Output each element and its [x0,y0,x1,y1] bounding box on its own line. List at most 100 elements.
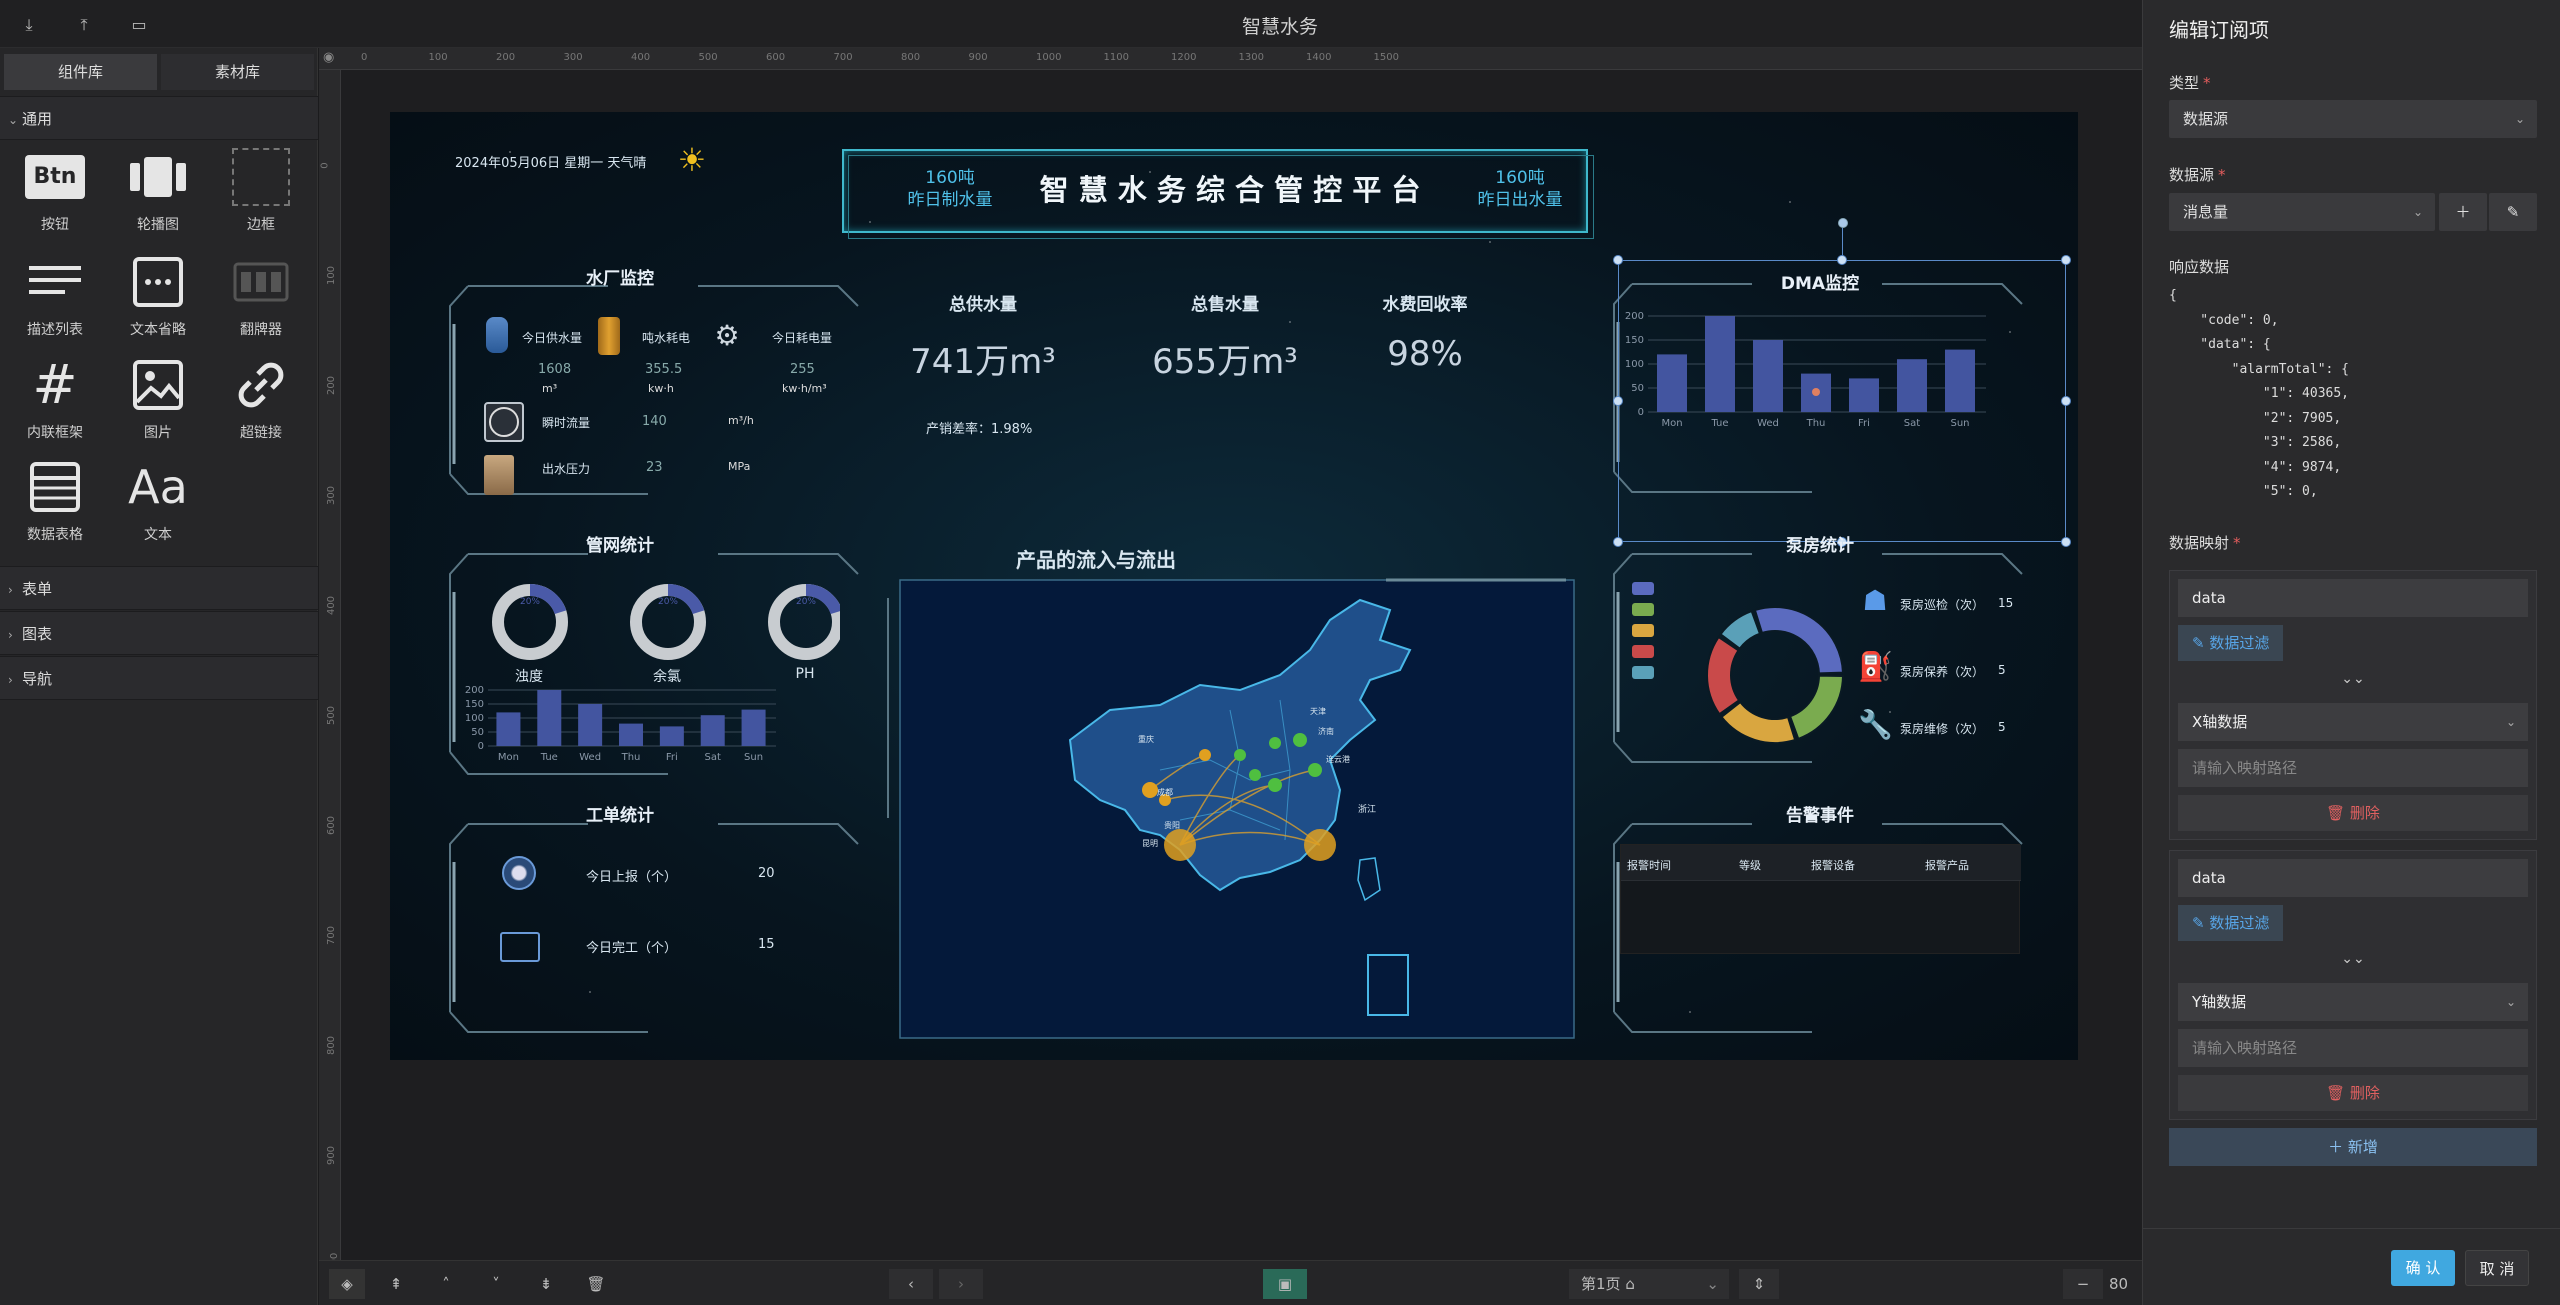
pipe-bar-chart: 0 50 100 150 200 Mon Tue Wed Thu Fri Sat Sun [465,685,776,763]
preview-icon[interactable]: ▭ [128,14,150,36]
pump-item-label: 泵房维修（次） [1900,722,1985,736]
delete-mapping-button[interactable]: 🗑 删除 [2178,1075,2528,1111]
editor-app: ⤓ ⤒ ▭ 智慧水务 组件库 素材库 ⌄ 通用 Btn 按钮 轮播图 边框 描述列… [0,0,2560,1305]
move-bottom-icon[interactable]: ⇟ [531,1269,561,1299]
tab-materials[interactable]: 素材库 [161,54,314,90]
type-value: 数据源 [2183,110,2229,128]
plant-item-label: 今日供水量 [522,331,583,345]
move-down-icon[interactable]: ˅ [481,1269,511,1299]
next-page-button[interactable]: › [939,1269,983,1299]
x-tick-label: Sun [744,752,763,763]
gauge-percent: 20% [796,597,816,607]
source-select[interactable]: 消息量 ⌄ [2169,193,2435,231]
category-form[interactable]: › 表单 [0,566,318,610]
resize-handle-w[interactable] [1613,396,1623,406]
table-header-cell: 报警产品 [1925,859,1969,872]
required-mark: * [2203,74,2211,92]
tab-components[interactable]: 组件库 [4,54,157,90]
selection-box[interactable] [1618,260,2066,542]
ruler-tick: 800 [901,52,921,63]
component-button[interactable]: Btn 按钮 [10,148,100,248]
toggle-icon[interactable]: ▣ [1263,1269,1307,1299]
component-data-table[interactable]: 数据表格 [10,458,100,558]
component-text-ellipsis[interactable]: 文本省略 [113,253,203,353]
component-border[interactable]: 边框 [216,148,306,248]
pressure-box-icon [484,455,514,495]
alarm-table: 报警时间 等级 报警设备 报警产品 [1620,844,2021,954]
add-mapping-button[interactable]: ＋ 新增 [2169,1128,2537,1166]
resize-handle-sw[interactable] [1613,537,1623,547]
resize-handle-nw[interactable] [1613,255,1623,265]
zoom-level[interactable]: 80 [2109,1269,2142,1299]
component-text[interactable]: Aa 文本 [113,458,203,558]
dashboard-canvas[interactable]: 2024年05月06日 星期一 天气晴 ☀ 160吨 昨日制水量 智 慧 水 务… [390,112,2078,1060]
zoom-out-button[interactable]: − [2063,1269,2103,1299]
component-carousel[interactable]: 轮播图 [113,148,203,248]
upload-icon[interactable]: ⤒ [73,14,95,36]
axis-select[interactable]: X轴数据 ⌄ [2178,703,2528,741]
delete-mapping-button[interactable]: 🗑 删除 [2178,795,2528,831]
resize-handle-se[interactable] [2061,537,2071,547]
resize-handle-e[interactable] [2061,396,2071,406]
path-input[interactable]: 请输入映射路径 [2178,749,2528,787]
mapping-key-input[interactable]: data [2178,579,2528,617]
border-icon [232,148,290,206]
resize-handle-ne[interactable] [2061,255,2071,265]
category-nav[interactable]: › 导航 [0,656,318,700]
oil-can-icon: ⛽ [1858,650,1893,683]
edit-source-button[interactable]: ✎ [2489,193,2537,231]
cancel-button[interactable]: 取 消 [2465,1250,2529,1286]
resize-handle-n[interactable] [1837,255,1847,265]
download-icon[interactable]: ⤓ [18,14,40,36]
rotate-handle[interactable] [1838,218,1848,228]
plus-icon: ＋ [2328,1138,2348,1156]
component-label: 轮播图 [137,217,179,233]
x-tick-label: Mon [498,752,519,763]
confirm-button[interactable]: 确 认 [2391,1250,2455,1286]
add-source-button[interactable]: ＋ [2439,193,2487,231]
alarm-panel-title: 告警事件 [1786,806,1854,826]
ruler-tick: 1200 [1171,52,1197,63]
pump-item-label: 泵房保养（次） [1900,665,1985,679]
eye-icon[interactable]: ◉ [323,50,334,65]
prev-page-button[interactable]: ‹ [889,1269,933,1299]
link-icon [238,362,284,408]
page-select[interactable]: 第1页 ⌂ ⌄ [1569,1269,1729,1299]
filter-button[interactable]: ✎ 数据过滤 [2178,905,2284,941]
kpi-value: 98% [1387,334,1463,374]
pump-legend [1632,582,1654,679]
meter-icon: ⚙ [714,319,740,352]
layers-icon[interactable]: ◈ [329,1269,365,1299]
category-label: 表单 [22,580,53,598]
delete-icon[interactable]: 🗑 [581,1269,611,1299]
type-select[interactable]: 数据源 ⌄ [2169,100,2537,138]
move-up-icon[interactable]: ˄ [431,1269,461,1299]
component-description-list[interactable]: 描述列表 [10,253,100,353]
component-image[interactable]: 图片 [113,356,203,456]
axis-select[interactable]: Y轴数据 ⌄ [2178,983,2528,1021]
category-general[interactable]: ⌄ 通用 [0,96,318,140]
ruler-left: 01002003004005006007008009001000 [319,70,341,1278]
ruler-tick: 1400 [1306,52,1332,63]
ruler-tick: 400 [326,595,338,616]
double-chevron-down-icon: ⌄⌄ [2341,671,2365,687]
move-top-icon[interactable]: ⇞ [381,1269,411,1299]
ruler-tick: 0 [361,52,368,63]
component-flipper[interactable]: 翻牌器 [216,253,306,353]
component-iframe[interactable]: # 内联框架 [10,356,100,456]
orders-panel-frame [449,823,859,1033]
china-map [1068,598,1412,1016]
order-value: 15 [758,937,775,952]
table-header-cell: 报警时间 [1627,859,1671,872]
mapping-key-input[interactable]: data [2178,859,2528,897]
component-hyperlink[interactable]: 超链接 [216,356,306,456]
path-input[interactable]: 请输入映射路径 [2178,1029,2528,1067]
sort-icon[interactable]: ⇕ [1739,1269,1779,1299]
pump-item-value: 5 [1998,720,2006,734]
chevron-right-icon: › [8,673,13,687]
category-chart[interactable]: › 图表 [0,611,318,655]
ruler-tick: 900 [968,52,988,63]
map-city-label: 济南 [1318,727,1334,736]
filter-button[interactable]: ✎ 数据过滤 [2178,625,2284,661]
left-stat-label: 昨日制水量 [907,190,993,210]
